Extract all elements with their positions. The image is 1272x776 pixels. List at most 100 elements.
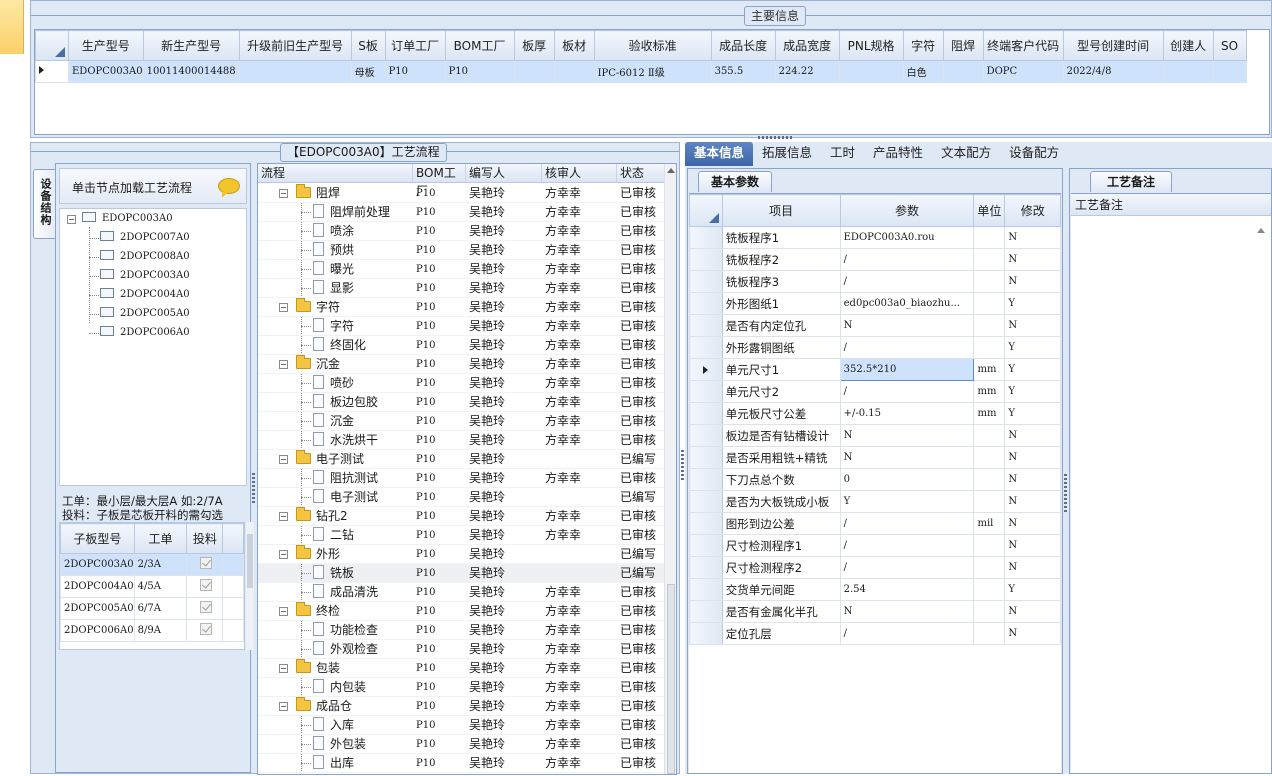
param-modify-cell[interactable]: N bbox=[1004, 424, 1061, 447]
status-cell[interactable]: 已编写 bbox=[617, 450, 666, 468]
flow-name-cell[interactable]: 铣板 bbox=[258, 564, 413, 582]
splitter-handle[interactable] bbox=[681, 450, 684, 480]
param-unit-cell[interactable] bbox=[973, 446, 1006, 469]
status-cell[interactable]: 已审核 bbox=[617, 507, 666, 525]
writer-cell[interactable]: 吴艳玲 bbox=[466, 678, 542, 696]
cell[interactable]: P10 bbox=[444, 60, 515, 83]
param-item-cell[interactable]: 铣板程序3 bbox=[721, 270, 841, 293]
tab-text-recipe[interactable]: 文本配方 bbox=[932, 142, 1000, 166]
param-unit-cell[interactable] bbox=[973, 424, 1006, 447]
col-writer[interactable]: 编写人 bbox=[466, 164, 542, 182]
status-cell[interactable]: 已审核 bbox=[617, 260, 666, 278]
param-modify-cell[interactable]: N bbox=[1004, 534, 1061, 557]
flow-name-cell[interactable]: 显影 bbox=[258, 279, 413, 297]
flow-scrollbar[interactable] bbox=[664, 164, 676, 774]
col-header[interactable]: S板 bbox=[350, 30, 386, 61]
cell[interactable] bbox=[1212, 60, 1247, 83]
param-unit-cell[interactable] bbox=[973, 314, 1006, 337]
flow-name-cell[interactable]: − 钻孔2 bbox=[258, 507, 413, 525]
param-unit-cell[interactable] bbox=[973, 556, 1006, 579]
collapse-icon[interactable]: − bbox=[279, 702, 288, 711]
row-indicator[interactable] bbox=[689, 600, 723, 623]
param-row[interactable]: 尺寸检测程序1/ N bbox=[689, 534, 1061, 557]
param-value-cell[interactable]: 0 bbox=[839, 468, 975, 491]
param-value-cell[interactable]: N bbox=[839, 600, 975, 623]
bom-cell[interactable]: P10 bbox=[413, 412, 466, 430]
cell[interactable] bbox=[1162, 60, 1214, 83]
writer-cell[interactable]: 吴艳玲 bbox=[466, 488, 542, 506]
flow-row[interactable]: − 钻孔2 P10 吴艳玲 方幸幸 已审核 bbox=[258, 507, 666, 526]
bom-cell[interactable]: P10 bbox=[413, 279, 466, 297]
bom-cell[interactable]: P10 bbox=[413, 564, 466, 582]
col-header[interactable]: 项目 bbox=[721, 194, 841, 227]
param-row[interactable]: 尺寸检测程序2/ N bbox=[689, 556, 1061, 579]
flow-row[interactable]: 出库 P10 吴艳玲 方幸幸 已审核 bbox=[258, 754, 666, 773]
writer-cell[interactable]: 吴艳玲 bbox=[466, 184, 542, 202]
param-modify-cell[interactable]: N bbox=[1004, 490, 1061, 513]
row-indicator[interactable] bbox=[689, 424, 723, 447]
remark-scrollbar[interactable] bbox=[1257, 220, 1265, 776]
writer-cell[interactable]: 吴艳玲 bbox=[466, 526, 542, 544]
tab-extended-info[interactable]: 拓展信息 bbox=[753, 142, 821, 166]
param-item-cell[interactable]: 铣板程序2 bbox=[721, 248, 841, 271]
col-auditor[interactable]: 核审人 bbox=[542, 164, 617, 182]
status-cell[interactable]: 已审核 bbox=[617, 393, 666, 411]
status-cell[interactable]: 已审核 bbox=[617, 697, 666, 715]
main-info-row[interactable]: EDOPC003A0 10011400014488 母板 P10 P10 IPC-6012… bbox=[35, 60, 1247, 83]
status-cell[interactable]: 已编写 bbox=[617, 488, 666, 506]
flow-row[interactable]: 板边包胶 P10 吴艳玲 方幸幸 已审核 bbox=[258, 393, 666, 412]
bom-cell[interactable]: P10 bbox=[413, 754, 466, 772]
status-cell[interactable]: 已审核 bbox=[617, 184, 666, 202]
cell[interactable]: 2022/4/8 bbox=[1062, 60, 1164, 83]
sub-board-scrollbar[interactable] bbox=[246, 522, 254, 650]
status-cell[interactable]: 已审核 bbox=[617, 374, 666, 392]
status-cell[interactable]: 已审核 bbox=[617, 412, 666, 430]
auditor-cell[interactable]: 方幸幸 bbox=[542, 716, 617, 734]
table-row[interactable]: 2DOPC004A0 4/5A bbox=[60, 575, 244, 598]
writer-cell[interactable]: 吴艳玲 bbox=[466, 241, 542, 259]
grid-corner[interactable] bbox=[689, 194, 723, 227]
col-header[interactable]: 阻焊 bbox=[942, 30, 984, 61]
writer-cell[interactable]: 吴艳玲 bbox=[466, 602, 542, 620]
scroll-up-icon[interactable] bbox=[667, 168, 675, 173]
flow-name-cell[interactable]: 阻焊前处理 bbox=[258, 203, 413, 221]
cell[interactable] bbox=[238, 60, 352, 83]
col-header[interactable]: PNL规格 bbox=[838, 30, 904, 61]
row-indicator[interactable] bbox=[689, 446, 723, 469]
bom-cell[interactable]: P10 bbox=[413, 184, 466, 202]
flow-row[interactable]: 铣板 P10 吴艳玲 已编写 bbox=[258, 564, 666, 583]
tab-work-hours[interactable]: 工时 bbox=[821, 142, 864, 166]
writer-cell[interactable]: 吴艳玲 bbox=[466, 317, 542, 335]
flow-name-cell[interactable]: − 终检 bbox=[258, 602, 413, 620]
writer-cell[interactable]: 吴艳玲 bbox=[466, 507, 542, 525]
status-cell[interactable]: 已审核 bbox=[617, 602, 666, 620]
param-item-cell[interactable]: 板边是否有钻槽设计 bbox=[721, 424, 841, 447]
status-cell[interactable]: 已审核 bbox=[617, 716, 666, 734]
status-cell[interactable]: 已审核 bbox=[617, 640, 666, 658]
param-value-cell[interactable]: +/-0.15 bbox=[839, 402, 975, 425]
main-info-grid[interactable]: 生产型号 新生产型号 升级前旧生产型号 S板 订单工厂 BOM工厂 板厚 板材 验收标准 成品长度… bbox=[34, 29, 1270, 135]
param-modify-cell[interactable]: Y bbox=[1004, 292, 1061, 315]
flow-name-cell[interactable]: 阻抗测试 bbox=[258, 469, 413, 487]
status-cell[interactable]: 已审核 bbox=[617, 735, 666, 753]
param-row[interactable]: 是否为大板铣成小板 Y N bbox=[689, 490, 1061, 513]
bom-cell[interactable]: P10 bbox=[413, 545, 466, 563]
bom-cell[interactable]: P10 bbox=[413, 336, 466, 354]
writer-cell[interactable]: 吴艳玲 bbox=[466, 545, 542, 563]
status-cell[interactable]: 已审核 bbox=[617, 583, 666, 601]
row-indicator[interactable] bbox=[689, 578, 723, 601]
writer-cell[interactable]: 吴艳玲 bbox=[466, 203, 542, 221]
flow-name-cell[interactable]: 出库 bbox=[258, 754, 413, 772]
writer-cell[interactable]: 吴艳玲 bbox=[466, 222, 542, 240]
auditor-cell[interactable]: 方幸幸 bbox=[542, 393, 617, 411]
param-item-cell[interactable]: 外形图纸1 bbox=[721, 292, 841, 315]
status-cell[interactable]: 已编写 bbox=[617, 564, 666, 582]
param-unit-cell[interactable] bbox=[973, 534, 1006, 557]
tab-basic-params[interactable]: 基本参数 bbox=[698, 171, 773, 192]
param-value-cell[interactable]: / bbox=[839, 556, 975, 579]
row-indicator[interactable] bbox=[689, 512, 723, 535]
param-unit-cell[interactable] bbox=[973, 270, 1006, 293]
writer-cell[interactable]: 吴艳玲 bbox=[466, 754, 542, 772]
status-cell[interactable]: 已审核 bbox=[617, 222, 666, 240]
tree-node[interactable]: 2DOPC008A0 bbox=[100, 249, 190, 265]
